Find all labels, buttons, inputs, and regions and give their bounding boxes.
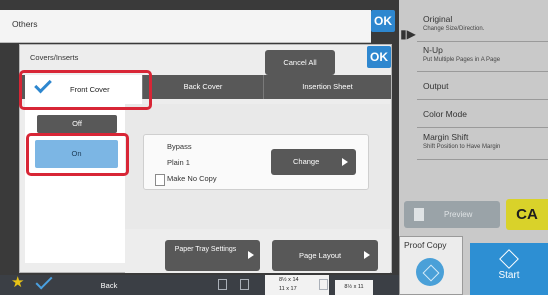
tab-insertion-sheet[interactable]: Insertion Sheet	[263, 75, 391, 99]
side-item-output[interactable]: Output	[417, 72, 548, 100]
start-button[interactable]: Start	[470, 243, 548, 295]
side-item-original[interactable]: Original Change Size/Direction.	[417, 10, 548, 42]
screen: ▮▶ Original Change Size/Direction. N-Up …	[0, 0, 548, 295]
side-item-title: N-Up	[423, 45, 443, 55]
tray-icon	[218, 279, 227, 290]
side-item-subtitle: Change Size/Direction.	[423, 26, 485, 32]
clear-all-button[interactable]: CA	[506, 199, 548, 230]
side-item-title: Output	[423, 81, 449, 91]
side-item-margin-shift[interactable]: Margin Shift Shift Position to Have Marg…	[417, 128, 548, 160]
preview-button[interactable]: Preview	[404, 201, 500, 228]
paper-size: 11 x 17	[279, 286, 297, 292]
paper-tray-settings-label: Paper Tray Settings	[174, 246, 237, 253]
start-label: Start	[498, 270, 520, 281]
side-item-title: Original	[423, 14, 453, 24]
paper-size: 8½ x 11	[335, 280, 373, 295]
paper-type: Plain 1	[167, 158, 190, 167]
page-layout-label: Page Layout	[299, 251, 342, 260]
make-no-copy-label: Make No Copy	[167, 174, 217, 183]
arrow-right-icon	[364, 251, 370, 259]
change-label: Change	[293, 157, 320, 166]
tray-icon	[319, 279, 328, 290]
cancel-all-button[interactable]: Cancel All	[265, 50, 335, 75]
paper-tray-settings-button[interactable]: Paper Tray Settings	[165, 240, 260, 271]
back-button[interactable]: Back	[78, 276, 140, 295]
side-item-title: Margin Shift	[423, 132, 469, 142]
side-item-n-up[interactable]: N-Up Put Multiple Pages in A Page	[417, 42, 548, 72]
highlight-front-cover	[19, 70, 152, 110]
paper-size: 8½ x 14	[279, 277, 299, 283]
proof-copy-label: Proof Copy	[404, 240, 447, 250]
side-item-subtitle: Put Multiple Pages in A Page	[423, 57, 501, 63]
off-button[interactable]: Off	[37, 115, 117, 133]
others-title: Others	[12, 19, 38, 29]
expand-panel-icon[interactable]: ▮▶	[399, 22, 417, 46]
arrow-right-icon	[342, 158, 348, 166]
side-item-subtitle: Shift Position to Have Margin	[423, 144, 501, 150]
others-header	[0, 10, 371, 43]
page-corner-icon	[155, 174, 165, 186]
start-icon	[499, 249, 519, 269]
dialog-ok-button[interactable]: OK	[367, 46, 391, 68]
tray-icon	[240, 279, 249, 290]
arrow-right-icon	[248, 251, 254, 259]
tab-back-cover[interactable]: Back Cover	[142, 75, 263, 99]
star-icon[interactable]: ★	[11, 273, 24, 293]
page-layout-button[interactable]: Page Layout	[272, 240, 378, 271]
dialog-title: Covers/Inserts	[30, 53, 79, 62]
proof-copy-button[interactable]	[416, 258, 444, 286]
side-item-color-mode[interactable]: Color Mode	[417, 100, 548, 128]
side-item-title: Color Mode	[423, 109, 467, 119]
preview-icon	[414, 208, 424, 221]
change-button[interactable]: Change	[271, 149, 356, 175]
paper-tray: Bypass	[167, 142, 192, 151]
highlight-on-button	[26, 133, 129, 176]
preview-label: Preview	[444, 210, 473, 219]
others-ok-button[interactable]: OK	[371, 10, 395, 32]
